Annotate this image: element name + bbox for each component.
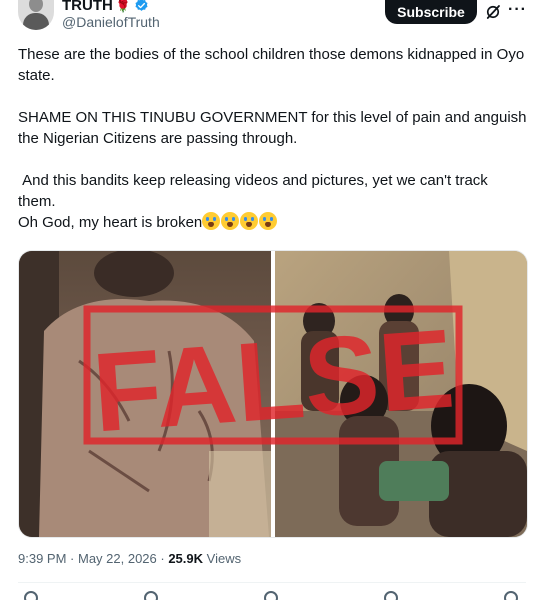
avatar-head-shape [29,0,43,12]
green-cloth [379,461,449,501]
post-text: These are the bodies of the school child… [18,44,528,233]
left-photo-ground [209,451,271,537]
like-icon-shape [264,591,278,600]
post-paragraph-4-text: Oh God, my heart is broken [18,214,203,231]
crying-emoji-icon [202,212,221,230]
profile-avatar[interactable] [18,0,54,30]
crying-emoji-icon [240,212,259,230]
rose-emoji: 🌹 [115,0,131,13]
post-time[interactable]: 9:39 PM [18,551,66,566]
more-options-icon[interactable]: ··· [508,1,527,19]
author-name[interactable]: TRUTH 🌹 [62,0,149,14]
post-media-image[interactable]: FALSE [18,250,528,538]
meta-separator: · [156,551,169,566]
repost-icon-shape [144,591,158,600]
share-icon[interactable] [504,591,520,600]
crying-emoji-icon [259,212,278,230]
head-shape [94,251,174,297]
post-paragraph-1: These are the bodies of the school child… [18,46,525,84]
subscribe-button[interactable]: Subscribe [385,0,477,24]
bookmark-icon[interactable] [384,591,400,600]
meta-separator: · [66,551,78,566]
action-bar [18,591,526,600]
author-display-name[interactable]: TRUTH [62,0,113,14]
verified-badge-icon [135,0,148,11]
post-date[interactable]: May 22, 2026 [78,551,157,566]
author-handle[interactable]: @DanielofTruth [62,14,160,30]
repost-icon[interactable] [144,591,160,600]
share-icon-shape [504,591,518,600]
divider [18,582,526,583]
media-photo-collage: FALSE [19,251,527,537]
reply-icon[interactable] [24,591,40,600]
grok-icon[interactable] [484,3,502,21]
false-stamp: FALSE [83,305,463,456]
post-paragraph-4: Oh God, my heart is broken [18,212,528,233]
crying-emoji-group [202,212,278,231]
post-card: TRUTH 🌹 @DanielofTruth Subscribe ··· The… [0,0,544,600]
reply-icon-shape [24,591,38,600]
post-paragraph-3: And this bandits keep releasing videos a… [18,172,492,210]
views-count: 25.9K [168,551,204,566]
false-stamp-text: FALSE [89,306,458,456]
post-meta: 9:39 PM · May 22, 2026 · 25.9K Views [18,551,241,566]
post-paragraph-2: SHAME ON THIS TINUBU GOVERNMENT for this… [18,109,527,147]
views-label: Views [203,551,242,566]
avatar-body-shape [23,13,49,30]
bookmark-icon-shape [384,591,398,600]
like-icon[interactable] [264,591,280,600]
crying-emoji-icon [221,212,240,230]
